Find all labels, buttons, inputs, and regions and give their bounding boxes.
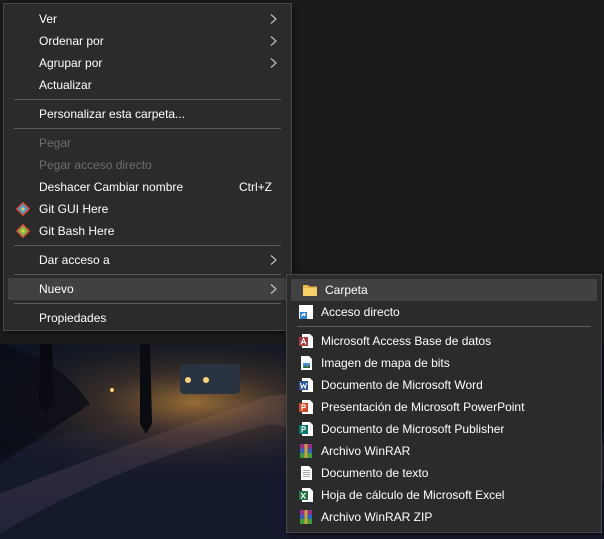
menu-item-deshacer[interactable]: Deshacer Cambiar nombre Ctrl+Z <box>4 176 291 198</box>
powerpoint-file-icon <box>299 400 313 414</box>
submenu-item-word[interactable]: Documento de Microsoft Word <box>287 374 601 396</box>
menu-item-label: Carpeta <box>325 283 368 297</box>
menu-item-label: Git Bash Here <box>39 224 115 238</box>
chevron-right-icon <box>270 36 277 46</box>
submenu-item-access[interactable]: Microsoft Access Base de datos <box>287 330 601 352</box>
publisher-file-icon <box>299 422 313 436</box>
menu-item-actualizar[interactable]: Actualizar <box>4 74 291 96</box>
context-menu: Ver Ordenar por Agrupar por Actualizar P… <box>3 3 292 331</box>
chevron-right-icon <box>270 255 277 265</box>
menu-item-label: Documento de Microsoft Word <box>321 378 483 392</box>
menu-item-label: Deshacer Cambiar nombre <box>39 180 184 194</box>
access-file-icon <box>299 334 313 348</box>
menu-item-label: Imagen de mapa de bits <box>321 356 450 370</box>
chevron-right-icon <box>270 58 277 68</box>
menu-item-label: Hoja de cálculo de Microsoft Excel <box>321 488 505 502</box>
menu-item-label: Archivo WinRAR <box>321 444 411 458</box>
menu-item-label: Acceso directo <box>321 305 400 319</box>
shortcut-label: Ctrl+Z <box>239 180 272 194</box>
submenu-item-carpeta[interactable]: Carpeta <box>291 279 597 301</box>
menu-item-label: Nuevo <box>39 282 74 296</box>
menu-separator <box>297 326 591 327</box>
submenu-item-winrar-zip[interactable]: Archivo WinRAR ZIP <box>287 506 601 528</box>
menu-item-git-gui[interactable]: Git GUI Here <box>4 198 291 220</box>
menu-item-label: Actualizar <box>39 78 92 92</box>
menu-item-nuevo[interactable]: Nuevo <box>8 278 287 300</box>
submenu-item-bitmap[interactable]: Imagen de mapa de bits <box>287 352 601 374</box>
menu-item-agrupar-por[interactable]: Agrupar por <box>4 52 291 74</box>
menu-item-pegar: Pegar <box>4 132 291 154</box>
menu-separator <box>14 245 281 246</box>
menu-separator <box>14 274 281 275</box>
menu-item-label: Agrupar por <box>39 56 103 70</box>
winrar-archive-icon <box>300 444 312 458</box>
menu-item-label: Pegar <box>39 136 72 150</box>
nuevo-submenu: Carpeta Acceso directo Microsoft Access … <box>286 274 602 533</box>
word-file-icon <box>299 378 313 392</box>
excel-file-icon <box>299 488 313 502</box>
bitmap-file-icon <box>301 356 312 370</box>
submenu-item-powerpoint[interactable]: Presentación de Microsoft PowerPoint <box>287 396 601 418</box>
text-file-icon <box>301 466 312 480</box>
menu-item-label: Git GUI Here <box>39 202 109 216</box>
menu-item-label: Microsoft Access Base de datos <box>321 334 492 348</box>
menu-separator <box>14 303 281 304</box>
menu-item-label: Presentación de Microsoft PowerPoint <box>321 400 525 414</box>
menu-separator <box>14 128 281 129</box>
winrar-zip-archive-icon <box>300 510 312 524</box>
menu-item-label: Propiedades <box>39 311 107 325</box>
menu-item-ver[interactable]: Ver <box>4 8 291 30</box>
menu-item-pegar-acceso-directo: Pegar acceso directo <box>4 154 291 176</box>
menu-item-label: Ver <box>39 12 58 26</box>
menu-separator <box>14 99 281 100</box>
git-icon <box>15 223 31 239</box>
chevron-right-icon <box>270 14 277 24</box>
menu-item-propiedades[interactable]: Propiedades <box>4 307 291 329</box>
menu-item-label: Archivo WinRAR ZIP <box>321 510 433 524</box>
git-icon <box>15 201 31 217</box>
menu-item-label: Dar acceso a <box>39 253 110 267</box>
submenu-item-publisher[interactable]: Documento de Microsoft Publisher <box>287 418 601 440</box>
submenu-item-winrar[interactable]: Archivo WinRAR <box>287 440 601 462</box>
menu-item-label: Ordenar por <box>39 34 104 48</box>
menu-item-label: Personalizar esta carpeta... <box>39 107 186 121</box>
chevron-right-icon <box>270 284 277 294</box>
submenu-item-excel[interactable]: Hoja de cálculo de Microsoft Excel <box>287 484 601 506</box>
shortcut-icon <box>299 305 313 319</box>
menu-item-label: Pegar acceso directo <box>39 158 152 172</box>
menu-item-label: Documento de texto <box>321 466 429 480</box>
menu-item-git-bash[interactable]: Git Bash Here <box>4 220 291 242</box>
menu-item-ordenar-por[interactable]: Ordenar por <box>4 30 291 52</box>
submenu-item-texto[interactable]: Documento de texto <box>287 462 601 484</box>
menu-item-dar-acceso[interactable]: Dar acceso a <box>4 249 291 271</box>
folder-icon <box>303 285 317 296</box>
menu-item-personalizar[interactable]: Personalizar esta carpeta... <box>4 103 291 125</box>
menu-item-label: Documento de Microsoft Publisher <box>321 422 505 436</box>
submenu-item-acceso-directo[interactable]: Acceso directo <box>287 301 601 323</box>
